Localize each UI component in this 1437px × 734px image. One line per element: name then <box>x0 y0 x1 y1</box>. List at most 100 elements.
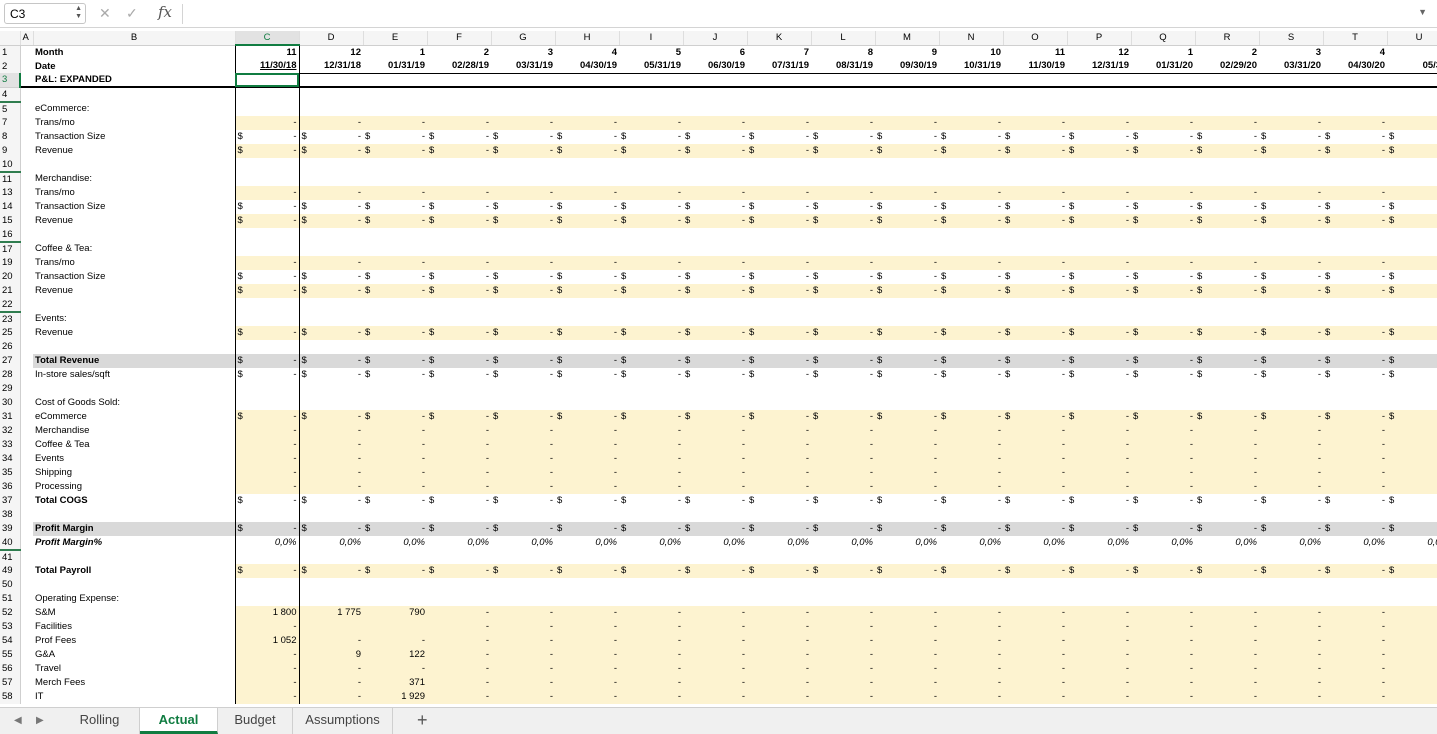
percent-cell[interactable]: 0,0% <box>1003 536 1067 550</box>
value-cell[interactable]: - <box>939 255 1003 270</box>
empty-cell[interactable] <box>491 172 555 186</box>
currency-cell[interactable]: $- <box>1195 213 1259 228</box>
empty-cell[interactable] <box>1131 592 1195 606</box>
value-cell[interactable]: - <box>427 115 491 130</box>
empty-cell[interactable] <box>1131 228 1195 242</box>
empty-cell[interactable] <box>1323 578 1387 592</box>
currency-cell[interactable]: $- <box>1003 283 1067 298</box>
empty-cell[interactable] <box>1067 73 1131 88</box>
currency-cell[interactable]: $- <box>1259 270 1323 284</box>
value-cell[interactable]: - <box>1259 255 1323 270</box>
value-cell[interactable]: - <box>619 115 683 130</box>
row-label[interactable]: Revenue <box>33 283 236 298</box>
value-cell[interactable]: - <box>1131 423 1195 438</box>
empty-cell[interactable] <box>1131 396 1195 410</box>
empty-cell[interactable] <box>1259 87 1323 102</box>
value-cell[interactable]: - <box>1003 675 1067 690</box>
currency-cell[interactable]: $- <box>939 368 1003 382</box>
empty-cell[interactable] <box>1387 102 1437 116</box>
empty-cell[interactable] <box>299 508 363 522</box>
currency-cell[interactable]: $- <box>811 213 875 228</box>
value-cell[interactable]: - <box>1387 675 1437 690</box>
empty-cell[interactable] <box>1387 87 1437 102</box>
empty-cell[interactable] <box>939 298 1003 312</box>
empty-cell[interactable] <box>875 102 939 116</box>
currency-cell[interactable]: $- <box>1003 200 1067 214</box>
empty-cell[interactable] <box>1003 172 1067 186</box>
value-cell[interactable]: - <box>363 115 427 130</box>
row-header[interactable]: 13 <box>0 185 21 200</box>
row-label[interactable] <box>33 157 236 172</box>
currency-cell[interactable]: $- <box>427 325 491 340</box>
value-cell[interactable]: 1 052 <box>235 633 300 648</box>
value-cell[interactable]: - <box>939 479 1003 494</box>
empty-cell[interactable] <box>235 157 300 172</box>
value-cell[interactable]: - <box>1131 605 1195 620</box>
currency-cell[interactable]: $- <box>619 409 683 424</box>
empty-cell[interactable] <box>811 298 875 312</box>
empty-cell[interactable] <box>683 242 747 256</box>
empty-cell[interactable] <box>235 311 300 326</box>
value-cell[interactable]: - <box>1387 255 1437 270</box>
value-cell[interactable]: - <box>363 633 427 648</box>
value-cell[interactable]: - <box>1067 605 1131 620</box>
empty-cell[interactable] <box>1387 382 1437 396</box>
empty-cell[interactable] <box>363 73 427 88</box>
column-header-c[interactable]: C <box>235 31 300 46</box>
empty-cell[interactable] <box>1195 158 1259 172</box>
empty-cell[interactable] <box>619 312 683 326</box>
currency-cell[interactable]: $- <box>939 213 1003 228</box>
empty-cell[interactable] <box>1003 298 1067 312</box>
value-cell[interactable]: - <box>1323 675 1387 690</box>
month-cell[interactable]: 1 <box>1131 45 1195 59</box>
column-header-a[interactable]: A <box>20 31 34 46</box>
value-cell[interactable]: - <box>1195 423 1259 438</box>
empty-cell[interactable] <box>1323 242 1387 256</box>
empty-cell[interactable] <box>427 508 491 522</box>
currency-cell[interactable]: $- <box>491 325 555 340</box>
value-cell[interactable]: - <box>619 647 683 662</box>
value-cell[interactable]: - <box>811 115 875 130</box>
row-header[interactable]: 29 <box>0 381 21 396</box>
currency-cell[interactable]: $- <box>427 409 491 424</box>
empty-cell[interactable] <box>299 73 363 88</box>
cell-a[interactable] <box>20 298 33 312</box>
empty-cell[interactable] <box>1259 382 1323 396</box>
empty-cell[interactable] <box>363 312 427 326</box>
value-cell[interactable]: - <box>363 255 427 270</box>
value-cell[interactable]: - <box>1323 619 1387 634</box>
cell-a[interactable] <box>20 536 33 550</box>
currency-cell[interactable]: $- <box>555 200 619 214</box>
empty-cell[interactable] <box>1131 87 1195 102</box>
empty-cell[interactable] <box>1003 312 1067 326</box>
currency-cell[interactable]: $- <box>1323 325 1387 340</box>
currency-cell[interactable]: $- <box>683 521 747 536</box>
currency-cell[interactable]: $- <box>1195 368 1259 382</box>
value-cell[interactable]: - <box>235 661 300 676</box>
cell-a[interactable] <box>20 606 33 620</box>
empty-cell[interactable] <box>427 87 491 102</box>
currency-cell[interactable]: $- <box>235 283 300 298</box>
empty-cell[interactable] <box>619 340 683 354</box>
row-header[interactable]: 25 <box>0 325 21 340</box>
value-cell[interactable]: - <box>1131 689 1195 704</box>
value-cell[interactable]: - <box>619 675 683 690</box>
currency-cell[interactable]: $- <box>427 563 491 578</box>
currency-cell[interactable]: $- <box>747 521 811 536</box>
empty-cell[interactable] <box>363 102 427 116</box>
empty-cell[interactable] <box>811 340 875 354</box>
cell-a[interactable] <box>20 312 33 326</box>
value-cell[interactable]: - <box>747 647 811 662</box>
currency-cell[interactable]: $- <box>1387 130 1437 144</box>
currency-cell[interactable]: $- <box>491 143 555 158</box>
currency-cell[interactable]: $- <box>619 563 683 578</box>
value-cell[interactable]: - <box>1387 605 1437 620</box>
currency-cell[interactable]: $- <box>235 353 300 368</box>
month-cell[interactable]: 6 <box>683 45 747 59</box>
month-cell[interactable]: 9 <box>875 45 939 59</box>
row-label[interactable]: Trans/mo <box>33 255 236 270</box>
currency-cell[interactable]: $- <box>1067 143 1131 158</box>
empty-cell[interactable] <box>1067 592 1131 606</box>
cell-a[interactable] <box>20 424 33 438</box>
column-header-n[interactable]: N <box>939 31 1004 46</box>
